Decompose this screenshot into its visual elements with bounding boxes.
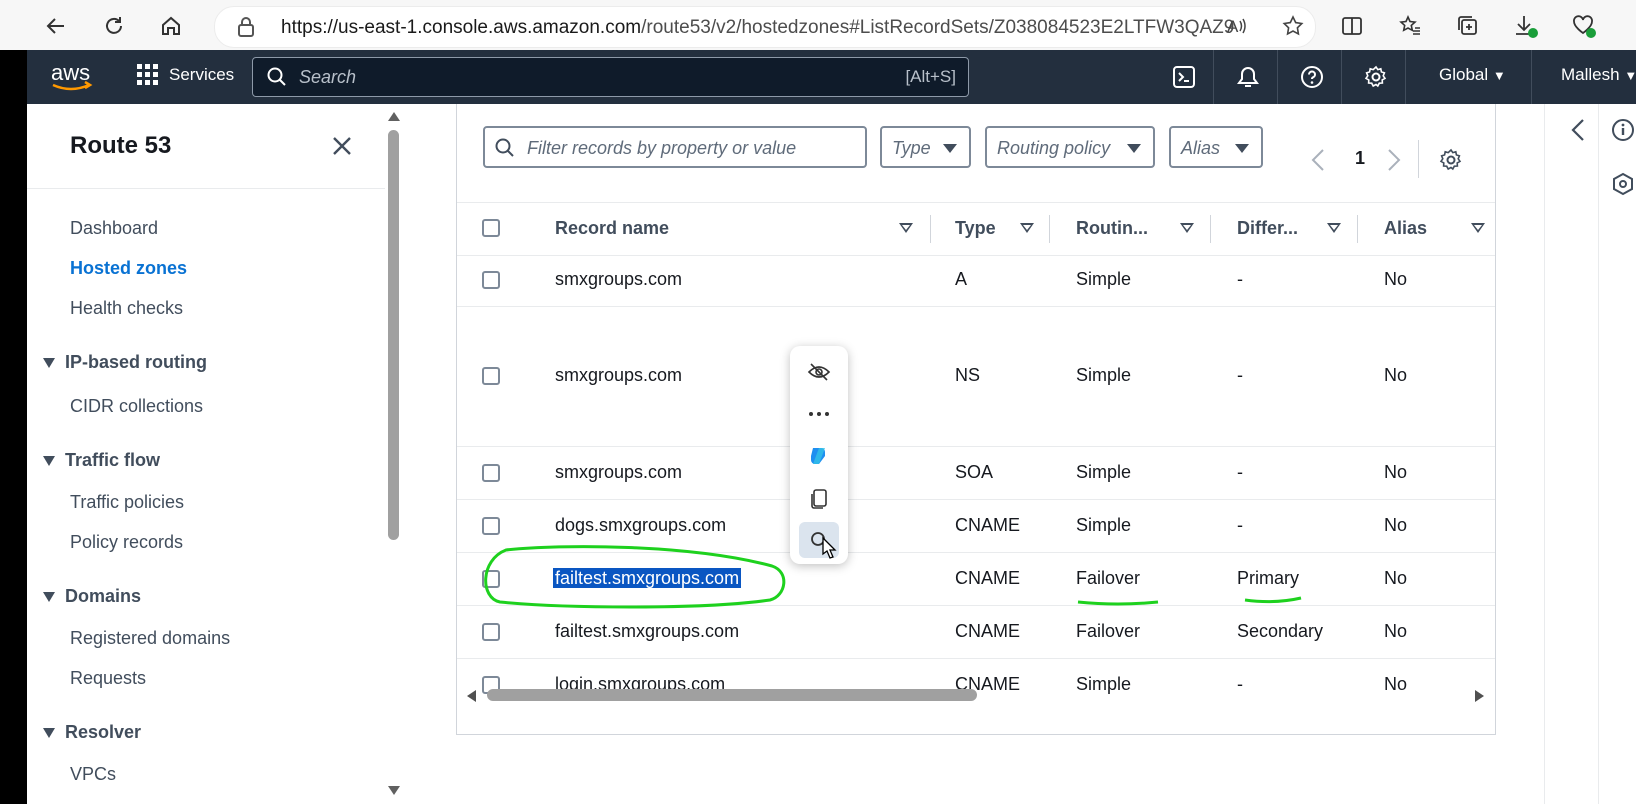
copy-icon[interactable] [799,480,839,516]
more-options-icon[interactable] [799,396,839,432]
copilot-icon[interactable] [799,438,839,474]
mouse-cursor-icon [822,536,837,559]
hide-eye-icon[interactable] [799,354,839,390]
selection-popup-menu [790,346,848,564]
